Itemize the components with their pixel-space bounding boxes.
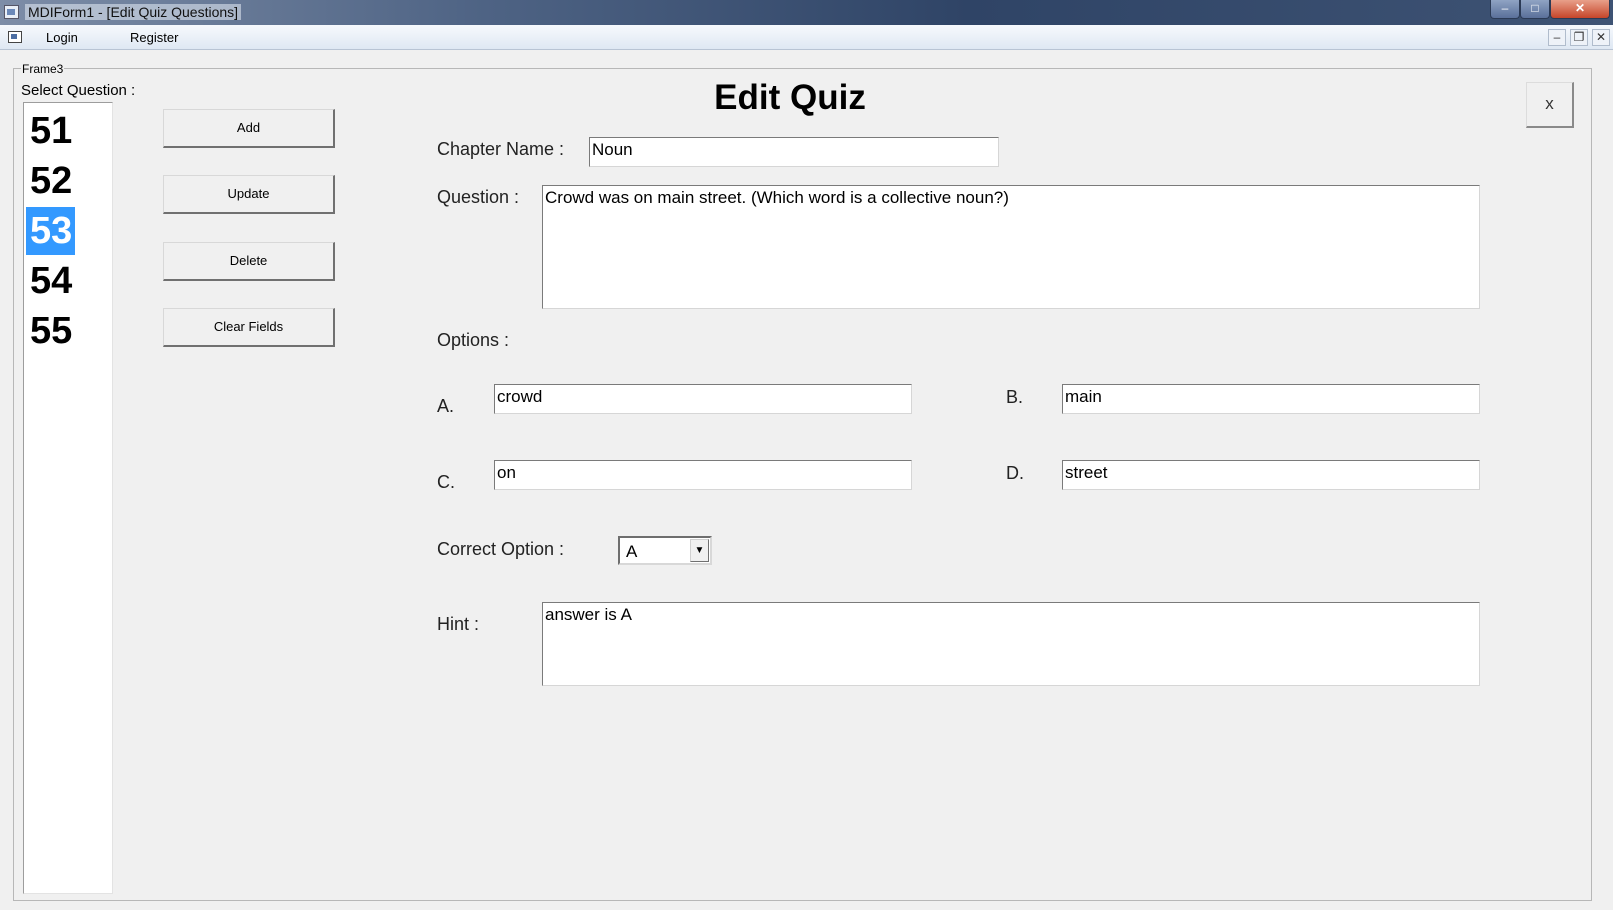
option-c-field[interactable]: on bbox=[494, 460, 912, 490]
option-a-label: A. bbox=[437, 396, 455, 416]
list-item[interactable]: 51 bbox=[26, 107, 75, 155]
hint-label: Hint : bbox=[437, 614, 480, 634]
window-title: MDIForm1 - [Edit Quiz Questions] bbox=[25, 4, 242, 20]
menu-login[interactable]: Login bbox=[46, 30, 78, 45]
maximize-icon[interactable]: □ bbox=[1520, 0, 1550, 19]
correct-option-select[interactable]: A ▼ bbox=[618, 536, 712, 565]
menu-bar: Login Register – ❐ ✕ bbox=[0, 25, 1613, 50]
option-d-field[interactable]: street bbox=[1062, 460, 1480, 490]
correct-option-value: A bbox=[626, 542, 638, 561]
option-a-field[interactable]: crowd bbox=[494, 384, 912, 414]
clear-fields-button[interactable]: Clear Fields bbox=[163, 308, 335, 347]
chapter-name-field[interactable]: Noun bbox=[589, 137, 999, 167]
frame-caption: Frame3 bbox=[21, 62, 65, 76]
update-button[interactable]: Update bbox=[163, 175, 335, 214]
option-b-field[interactable]: main bbox=[1062, 384, 1480, 414]
question-label: Question : bbox=[437, 187, 520, 207]
option-c-label: C. bbox=[437, 472, 455, 492]
app-icon[interactable] bbox=[4, 5, 19, 19]
question-listbox[interactable]: 51 52 53 54 55 bbox=[23, 102, 113, 894]
list-item[interactable]: 54 bbox=[26, 257, 75, 305]
option-b-label: B. bbox=[1006, 387, 1024, 407]
chevron-down-icon[interactable]: ▼ bbox=[690, 539, 709, 562]
options-label: Options : bbox=[437, 330, 510, 350]
mdi-close-icon[interactable]: ✕ bbox=[1592, 29, 1610, 46]
select-question-label: Select Question : bbox=[21, 82, 136, 99]
mdi-minimize-icon[interactable]: – bbox=[1548, 29, 1566, 46]
minimize-icon[interactable]: – bbox=[1490, 0, 1520, 19]
mdi-restore-icon[interactable]: ❐ bbox=[1570, 29, 1588, 46]
add-button[interactable]: Add bbox=[163, 109, 335, 148]
chapter-name-label: Chapter Name : bbox=[437, 139, 565, 159]
list-item[interactable]: 55 bbox=[26, 307, 75, 355]
question-textarea[interactable]: Crowd was on main street. (Which word is… bbox=[542, 185, 1480, 309]
menu-register[interactable]: Register bbox=[130, 30, 178, 45]
mdi-child-icon[interactable] bbox=[8, 31, 22, 43]
close-window-icon[interactable]: ✕ bbox=[1550, 0, 1610, 19]
list-item-selected[interactable]: 53 bbox=[26, 207, 75, 255]
page-title: Edit Quiz bbox=[714, 78, 866, 117]
correct-option-label: Correct Option : bbox=[437, 539, 565, 559]
window-title-bar: MDIForm1 - [Edit Quiz Questions] – □ ✕ bbox=[0, 0, 1613, 25]
close-form-button[interactable]: x bbox=[1526, 82, 1574, 128]
option-d-label: D. bbox=[1006, 463, 1024, 483]
list-item[interactable]: 52 bbox=[26, 157, 75, 205]
delete-button[interactable]: Delete bbox=[163, 242, 335, 281]
hint-textarea[interactable]: answer is A bbox=[542, 602, 1480, 686]
